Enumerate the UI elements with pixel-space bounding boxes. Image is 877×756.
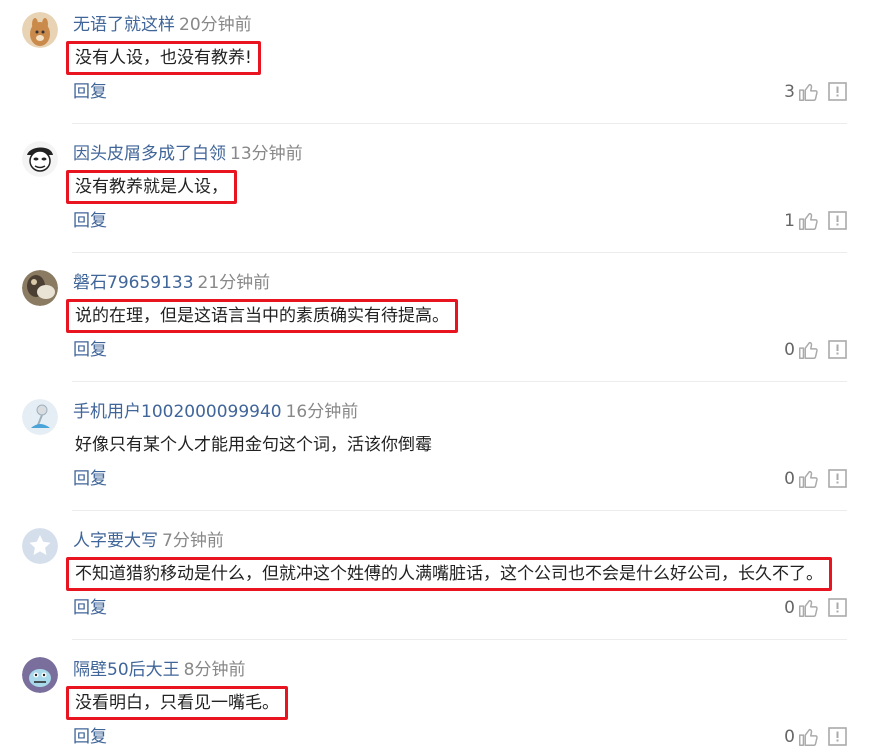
like-button[interactable]: 0 bbox=[784, 596, 819, 620]
like-count: 0 bbox=[784, 727, 795, 747]
reply-button[interactable]: 回复 bbox=[73, 338, 107, 362]
reply-button[interactable]: 回复 bbox=[73, 467, 107, 491]
comment-item: 隔壁50后大王 8分钟前 没看明白，只看见一嘴毛。 回复 0 bbox=[0, 645, 877, 756]
report-icon[interactable] bbox=[828, 82, 847, 101]
like-count: 1 bbox=[784, 211, 795, 231]
monster-avatar[interactable] bbox=[22, 657, 58, 693]
comment-text: 没有人设，也没有教养! bbox=[66, 41, 261, 75]
report-icon[interactable] bbox=[828, 727, 847, 746]
meme-face-avatar[interactable] bbox=[22, 141, 58, 177]
thumbs-up-icon[interactable] bbox=[797, 81, 819, 103]
like-button[interactable]: 0 bbox=[784, 467, 819, 491]
username-link[interactable]: 因头皮屑多成了白领 bbox=[73, 144, 226, 164]
like-button[interactable]: 0 bbox=[784, 338, 819, 362]
like-button[interactable]: 3 bbox=[784, 80, 819, 104]
comment-meta: 手机用户1002000099940 16分钟前 bbox=[73, 400, 358, 424]
comment-time: 13分钟前 bbox=[230, 144, 303, 164]
username-link[interactable]: 磐石79659133 bbox=[73, 273, 194, 293]
comment-item: 因头皮屑多成了白领 13分钟前 没有教养就是人设， 回复 1 bbox=[0, 129, 877, 258]
thumbs-up-icon[interactable] bbox=[797, 339, 819, 361]
photo-avatar[interactable] bbox=[22, 270, 58, 306]
comment-time: 20分钟前 bbox=[179, 15, 252, 35]
comment-item: 手机用户1002000099940 16分钟前 好像只有某个人才能用金句这个词，活… bbox=[0, 387, 877, 516]
reply-button[interactable]: 回复 bbox=[73, 80, 107, 104]
comment-item: 磐石79659133 21分钟前 说的在理，但是这语言当中的素质确实有待提高。 回… bbox=[0, 258, 877, 387]
comment-meta: 人字要大写 7分钟前 bbox=[73, 529, 224, 553]
comment-time: 16分钟前 bbox=[285, 402, 359, 422]
comment-time: 8分钟前 bbox=[183, 660, 246, 680]
thumbs-up-icon[interactable] bbox=[797, 726, 819, 748]
lamp-avatar[interactable] bbox=[22, 399, 58, 435]
like-button[interactable]: 1 bbox=[784, 209, 819, 233]
report-icon[interactable] bbox=[828, 211, 847, 230]
report-icon[interactable] bbox=[828, 469, 847, 488]
username-link[interactable]: 隔壁50后大王 bbox=[73, 660, 180, 680]
reply-button[interactable]: 回复 bbox=[73, 209, 107, 233]
comment-time: 7分钟前 bbox=[162, 531, 224, 551]
divider bbox=[72, 123, 847, 124]
comment-text: 说的在理，但是这语言当中的素质确实有待提高。 bbox=[66, 299, 458, 333]
reply-button[interactable]: 回复 bbox=[73, 596, 107, 620]
report-icon[interactable] bbox=[828, 340, 847, 359]
comment-meta: 磐石79659133 21分钟前 bbox=[73, 271, 270, 295]
comment-text: 不知道猎豹移动是什么，但就冲这个姓傅的人满嘴脏话，这个公司也不会是什么好公司，长… bbox=[66, 557, 832, 591]
username-link[interactable]: 人字要大写 bbox=[73, 531, 158, 551]
comment-meta: 隔壁50后大王 8分钟前 bbox=[73, 658, 245, 682]
like-count: 0 bbox=[784, 340, 795, 360]
comment-item: 人字要大写 7分钟前 不知道猎豹移动是什么，但就冲这个姓傅的人满嘴脏话，这个公司也… bbox=[0, 516, 877, 645]
comment-text: 好像只有某个人才能用金句这个词，活该你倒霉 bbox=[75, 435, 432, 455]
thumbs-up-icon[interactable] bbox=[797, 210, 819, 232]
like-count: 3 bbox=[784, 82, 795, 102]
divider bbox=[72, 381, 847, 382]
comment-time: 21分钟前 bbox=[197, 273, 271, 293]
star-avatar[interactable] bbox=[22, 528, 58, 564]
comment-meta: 无语了就这样 20分钟前 bbox=[73, 13, 252, 37]
username-link[interactable]: 无语了就这样 bbox=[73, 15, 175, 35]
comment-text: 没有教养就是人设， bbox=[66, 170, 237, 204]
comment-meta: 因头皮屑多成了白领 13分钟前 bbox=[73, 142, 303, 166]
thumbs-up-icon[interactable] bbox=[797, 468, 819, 490]
thumbs-up-icon[interactable] bbox=[797, 597, 819, 619]
divider bbox=[72, 510, 847, 511]
alpaca-avatar[interactable] bbox=[22, 12, 58, 48]
like-count: 0 bbox=[784, 598, 795, 618]
comment-text: 没看明白，只看见一嘴毛。 bbox=[66, 686, 288, 720]
divider bbox=[72, 639, 847, 640]
comment-item: 无语了就这样 20分钟前 没有人设，也没有教养! 回复 3 bbox=[0, 0, 877, 129]
like-count: 0 bbox=[784, 469, 795, 489]
username-link[interactable]: 手机用户1002000099940 bbox=[73, 402, 282, 422]
reply-button[interactable]: 回复 bbox=[73, 725, 107, 749]
divider bbox=[72, 252, 847, 253]
like-button[interactable]: 0 bbox=[784, 725, 819, 749]
report-icon[interactable] bbox=[828, 598, 847, 617]
